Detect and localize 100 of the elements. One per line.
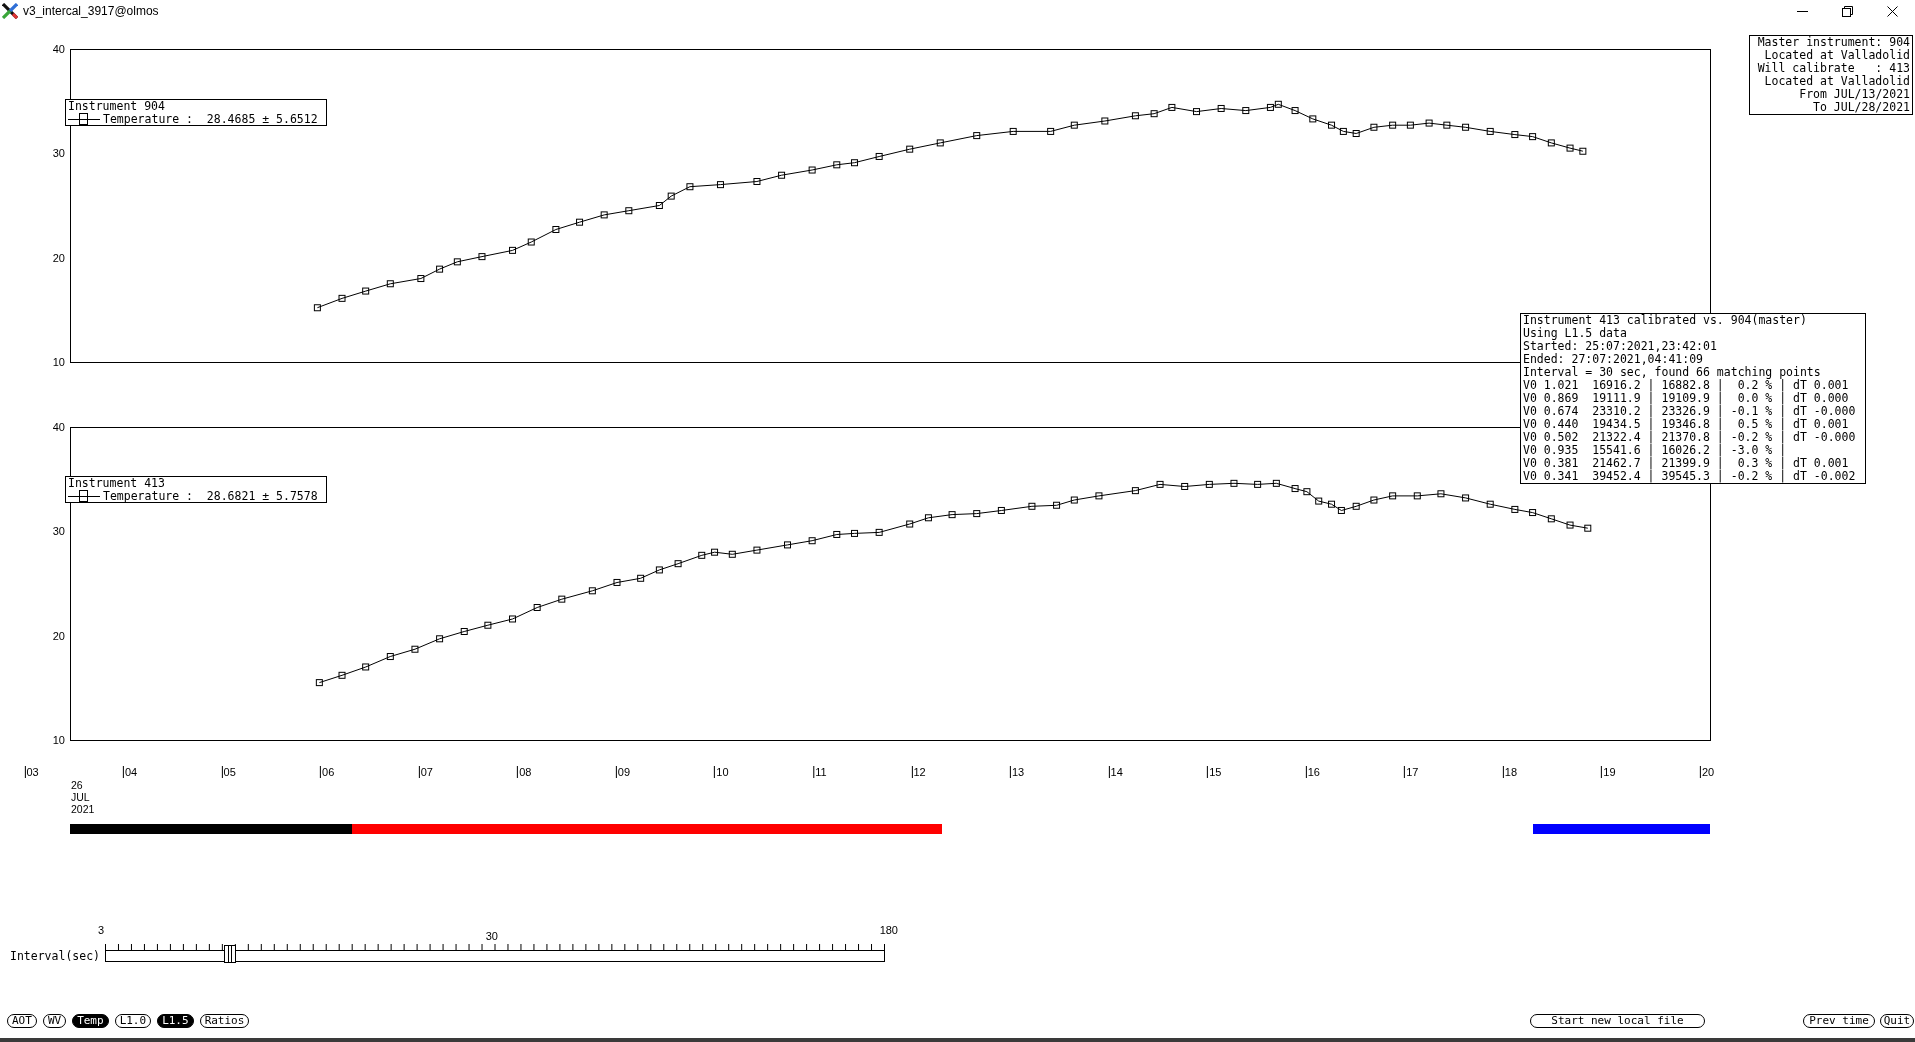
- info-text: Located at Valladolid: [1764, 75, 1910, 88]
- data-point: [362, 287, 370, 295]
- toggle-button[interactable]: L1.5: [157, 1014, 194, 1028]
- x-tick-label: 19: [1601, 766, 1616, 778]
- data-point: [1547, 515, 1555, 523]
- toggle-button[interactable]: Temp: [72, 1014, 109, 1028]
- data-point: [600, 211, 608, 219]
- data-point: [558, 595, 566, 603]
- report-line: Using L1.5 data: [1523, 327, 1627, 340]
- x-tick-label: 20: [1699, 766, 1715, 778]
- data-point: [1131, 112, 1139, 120]
- data-point: [1566, 521, 1574, 529]
- data-point: [875, 528, 883, 536]
- report-line: Ended: 27:07:2021,04:41:09: [1523, 353, 1703, 366]
- info-text: To JUL/28/2021: [1813, 101, 1910, 114]
- command-button[interactable]: Prev time: [1803, 1014, 1875, 1028]
- interval-label: Interval(sec): [10, 950, 100, 962]
- toggle-button[interactable]: Ratios: [199, 1014, 250, 1028]
- data-point: [386, 653, 394, 661]
- slider-thumb[interactable]: [223, 945, 236, 963]
- data-point: [527, 238, 535, 246]
- data-point: [778, 171, 786, 179]
- data-point: [875, 152, 883, 160]
- x-tick-label: 08: [517, 766, 532, 778]
- data-point: [313, 304, 321, 312]
- x-tick-label: 04: [123, 766, 138, 778]
- data-point: [655, 566, 663, 574]
- data-point: [1389, 121, 1397, 129]
- report-line: V0 0.341 39452.4 | 39545.3 | -0.2 % | dT -0.002: [1523, 470, 1856, 483]
- data-point: [1425, 119, 1433, 127]
- data-point: [711, 548, 719, 556]
- data-point: [637, 574, 645, 582]
- data-point: [509, 246, 516, 254]
- data-point: [1328, 121, 1336, 129]
- data-point: [936, 139, 944, 147]
- restore-icon: [1842, 5, 1853, 17]
- report-line: V0 0.935 15541.6 | 16026.2 | -3.0 % |: [1523, 444, 1787, 457]
- data-point: [1131, 487, 1139, 495]
- y-tick-label: 20: [52, 629, 65, 642]
- info-text: Master instrument: 904: [1757, 36, 1910, 49]
- x-tick-label: 12: [911, 766, 926, 778]
- data-point: [417, 275, 425, 283]
- scale-label: 180: [879, 925, 898, 936]
- data-point: [338, 294, 346, 302]
- info-text: Will calibrate : 413: [1757, 62, 1910, 75]
- x-tick-label: 18: [1502, 766, 1518, 778]
- data-point: [509, 615, 516, 623]
- x-logo-icon: [2, 3, 18, 19]
- data-point: [460, 628, 468, 635]
- data-point: [906, 520, 914, 528]
- data-point: [698, 551, 706, 559]
- legend-entry: Temperature : 28.6821 ± 5.7578: [103, 489, 318, 502]
- info-text: From JUL/13/2021: [1799, 88, 1910, 101]
- data-point: [1406, 121, 1414, 129]
- data-point: [808, 166, 816, 174]
- toggle-button[interactable]: AOT: [7, 1014, 37, 1028]
- data-point: [833, 161, 841, 169]
- data-point: [948, 511, 956, 519]
- x-tick-label: 17: [1404, 766, 1419, 778]
- x-tick-label: 09: [615, 766, 631, 778]
- report-line: Instrument 413 calibrated vs. 904(master): [1523, 314, 1807, 327]
- data-point: [1101, 117, 1109, 125]
- x-tick-label: 13: [1010, 766, 1025, 778]
- data-point: [1272, 479, 1280, 487]
- data-point: [625, 207, 633, 215]
- data-point: [1339, 127, 1347, 135]
- data-point: [997, 506, 1005, 514]
- minimize-icon: [1797, 10, 1808, 12]
- y-tick-label: 40: [52, 421, 65, 433]
- legend-title: Instrument 904: [68, 100, 165, 113]
- data-point: [453, 258, 461, 266]
- x-tick-label: 03: [24, 766, 39, 778]
- data-point: [717, 181, 724, 189]
- data-point: [1584, 524, 1592, 532]
- report-line: V0 0.502 21322.4 | 21370.8 | -0.2 % | dT -0.000: [1523, 431, 1856, 444]
- y-tick-label: 20: [52, 251, 65, 264]
- data-point: [552, 226, 560, 233]
- data-point: [533, 604, 541, 611]
- data-point: [613, 578, 621, 586]
- data-point: [1217, 104, 1225, 112]
- data-point: [484, 621, 492, 629]
- data-point: [973, 132, 981, 140]
- x-tick-label: 10: [714, 766, 729, 778]
- command-button[interactable]: Quit: [1880, 1014, 1914, 1028]
- data-point: [851, 529, 858, 537]
- scale-label: 3: [98, 925, 105, 936]
- data-point: [386, 280, 394, 288]
- data-point: [1486, 127, 1494, 135]
- scale-label: 30: [485, 931, 498, 942]
- command-button[interactable]: Start new local file: [1530, 1014, 1705, 1028]
- x-tick-label: 06: [320, 766, 335, 778]
- data-point: [411, 645, 419, 653]
- y-tick-label: 30: [52, 525, 65, 538]
- toggle-button[interactable]: WV: [42, 1014, 67, 1028]
- data-point: [1230, 479, 1238, 487]
- data-point: [478, 253, 486, 261]
- toggle-button[interactable]: L1.0: [114, 1014, 152, 1028]
- data-point: [1181, 482, 1189, 490]
- data-point: [1511, 505, 1519, 513]
- data-point: [1254, 480, 1262, 488]
